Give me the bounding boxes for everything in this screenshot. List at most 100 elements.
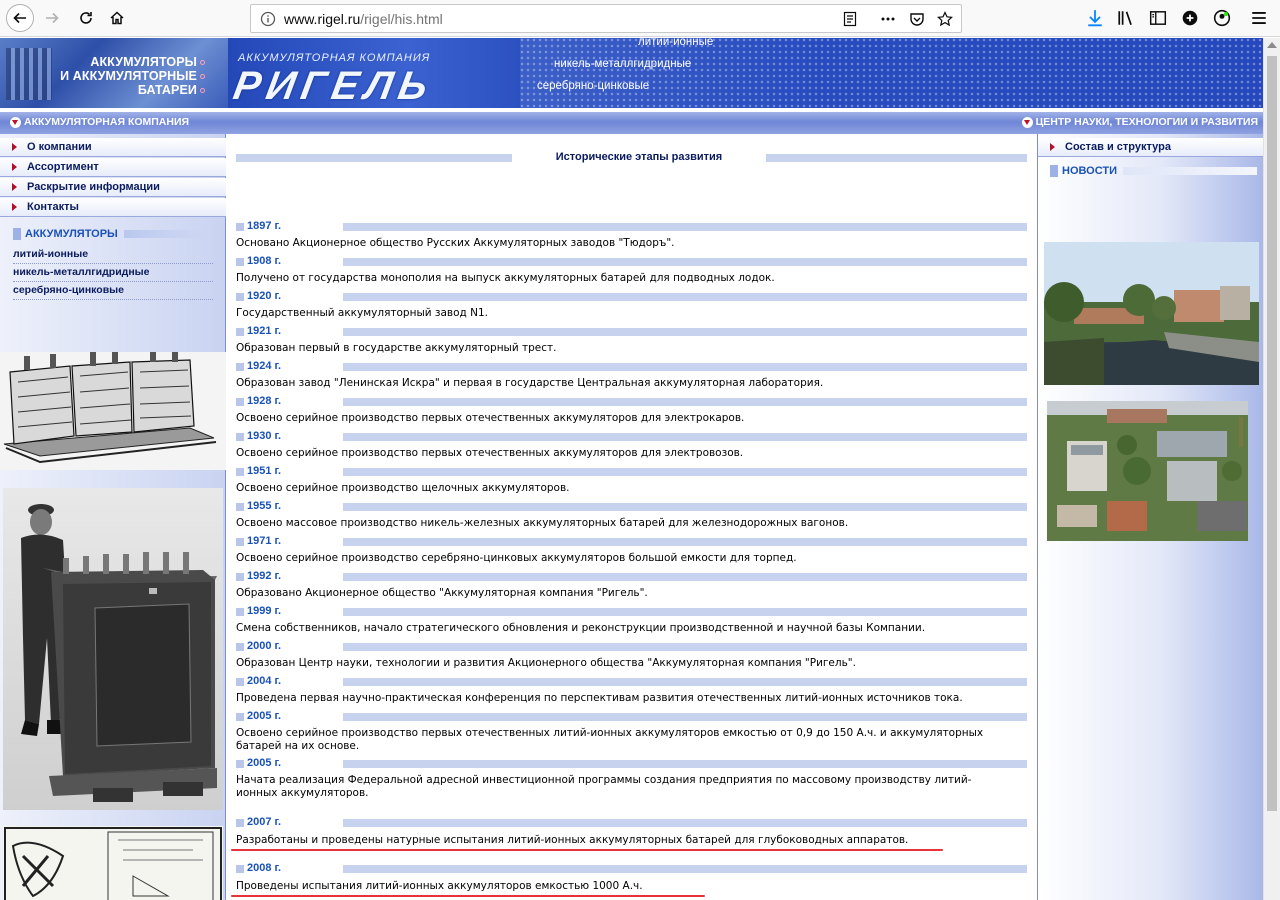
title-bar-right (766, 154, 1027, 162)
pocket-icon[interactable] (908, 10, 926, 28)
menu-icon[interactable] (1249, 8, 1269, 28)
address-bar[interactable]: www.rigel.ru/rigel/his.html (250, 4, 962, 33)
back-button[interactable] (6, 4, 34, 32)
batteries-section-title: АККУМУЛЯТОРЫ (25, 228, 118, 240)
timeline-year: 2005 г. (247, 710, 282, 722)
year-divider-bar (343, 643, 1027, 651)
sidebar-icon[interactable] (1148, 8, 1168, 28)
home-icon (110, 11, 124, 25)
heading-fade-bar (123, 230, 204, 239)
sidebar-item-disclosure[interactable]: Раскрытие информации (0, 178, 226, 197)
battery-engraving-image (0, 352, 226, 470)
scrollbar-thumb[interactable] (1267, 56, 1277, 811)
timeline-year-row: 2007 г. (236, 816, 1027, 828)
timeline-year-row: 1921 г. (236, 325, 1027, 337)
news-section-title: НОВОСТИ (1062, 165, 1118, 177)
timeline-year: 1971 г. (247, 535, 282, 547)
historic-document-image (3, 826, 223, 900)
triangle-right-icon (12, 163, 17, 171)
bookmark-star-icon[interactable] (936, 10, 954, 28)
downloads-icon[interactable] (1085, 8, 1105, 28)
bullet-dot-icon (200, 88, 205, 94)
url-text[interactable]: www.rigel.ru/rigel/his.html (284, 11, 443, 27)
historic-worker-photo (3, 488, 223, 810)
library-icon[interactable] (1116, 8, 1136, 28)
timeline-year: 1897 г. (247, 220, 282, 232)
page-scrollbar[interactable] (1263, 38, 1280, 900)
sidebar-item-structure[interactable]: Состав и структура (1038, 138, 1263, 157)
triangle-right-icon (12, 183, 17, 191)
subbar-right-label: ЦЕНТР НАУКИ, ТЕХНОЛОГИИ И РАЗВИТИЯ (1035, 116, 1258, 128)
year-divider-bar (343, 538, 1027, 546)
timeline-event-text: Освоено серийное производство первых оте… (236, 447, 744, 459)
extension-icon[interactable] (1180, 8, 1200, 28)
year-marker (236, 608, 244, 616)
year-marker (236, 573, 244, 581)
forward-button[interactable] (38, 4, 66, 32)
reload-button[interactable] (72, 4, 100, 32)
year-divider-bar (343, 328, 1027, 336)
banner-tech-nimh[interactable]: никель-металлгидридные (554, 58, 691, 70)
banner-tech-agzn[interactable]: серебряно-цинковые (537, 80, 649, 92)
left-sidebar: О компании Ассортимент Раскрытие информа… (0, 134, 226, 900)
timeline-year-row: 1930 г. (236, 430, 1027, 442)
reader-view-icon[interactable] (841, 10, 859, 28)
banner-left-line-2: И АККУМУЛЯТОРНЫЕ (60, 69, 205, 83)
year-marker (236, 433, 244, 441)
info-icon[interactable] (259, 10, 277, 28)
arrow-right-icon (46, 12, 59, 24)
annotation-underline-2007 (231, 849, 943, 851)
timeline-event-text: Образован завод "Ленинская Искра" и перв… (236, 377, 824, 389)
timeline-year-row: 1951 г. (236, 465, 1027, 477)
timeline-year: 1992 г. (247, 570, 282, 582)
timeline-year-row: 1908 г. (236, 255, 1027, 267)
scroll-up-arrow-icon[interactable] (1267, 42, 1277, 48)
subbar-right-link[interactable]: ЦЕНТР НАУКИ, ТЕХНОЛОГИИ И РАЗВИТИЯ (1021, 116, 1258, 128)
circle-arrow-down-icon (1021, 116, 1033, 128)
link-nimh[interactable]: никель-металлгидридные (13, 266, 213, 282)
timeline-year-row: 1999 г. (236, 605, 1027, 617)
right-sidebar: Состав и структура НОВОСТИ (1037, 134, 1263, 900)
timeline-year-row: 1924 г. (236, 360, 1027, 372)
timeline-year-row: 1971 г. (236, 535, 1027, 547)
timeline-event-text: Образован Центр науки, технологии и разв… (236, 657, 856, 669)
timeline-event-text: Освоено массовое производство никель-жел… (236, 517, 849, 529)
banner-company-caption: АККУМУЛЯТОРНАЯ КОМПАНИЯ (238, 52, 431, 64)
timeline-year-row: 2004 г. (236, 675, 1027, 687)
news-section-heading[interactable]: НОВОСТИ (1050, 165, 1258, 177)
sidebar-item-contacts[interactable]: Контакты (0, 198, 226, 217)
subbar-left-link[interactable]: АККУМУЛЯТОРНАЯ КОМПАНИЯ (10, 116, 189, 128)
banner-dots-pattern (520, 38, 1263, 108)
year-divider-bar (343, 713, 1027, 721)
link-li-ion[interactable]: литий-ионные (13, 248, 213, 264)
timeline-year-row: 1955 г. (236, 500, 1027, 512)
home-button[interactable] (103, 4, 131, 32)
banner-tech-li-ion[interactable]: литий-ионные (638, 38, 713, 48)
timeline-year-row: 1992 г. (236, 570, 1027, 582)
timeline-year: 1921 г. (247, 325, 282, 337)
sidebar-item-label: О компании (27, 141, 92, 153)
browser-toolbar: www.rigel.ru/rigel/his.html (0, 0, 1280, 37)
sidebar-item-about[interactable]: О компании (0, 138, 226, 157)
year-divider-bar (343, 865, 1027, 873)
year-divider-bar (343, 503, 1027, 511)
year-divider-bar (343, 433, 1027, 441)
year-divider-bar (343, 468, 1027, 476)
sidebar-item-assortment[interactable]: Ассортимент (0, 158, 226, 177)
account-icon[interactable] (1212, 8, 1232, 28)
link-silver-zinc[interactable]: серебряно-цинковые (13, 284, 213, 300)
timeline-event-text: Освоено серийное производство серебряно-… (236, 552, 797, 564)
timeline-event-text: Образовано Акционерное общество "Аккумул… (236, 587, 648, 599)
year-divider-bar (343, 293, 1027, 301)
timeline-year-row: 2000 г. (236, 640, 1027, 652)
batteries-section-heading: АККУМУЛЯТОРЫ (13, 228, 204, 240)
timeline-year-row: 1920 г. (236, 290, 1027, 302)
bullet-dot-icon (200, 60, 205, 66)
triangle-right-icon (12, 203, 17, 211)
timeline-event-text: Образован первый в государстве аккумулят… (236, 342, 557, 354)
more-actions-icon[interactable] (879, 10, 897, 28)
sidebar-item-label: Раскрытие информации (27, 181, 160, 193)
rigel-logo[interactable]: РИГЕЛЬ (230, 64, 437, 108)
timeline-year: 2000 г. (247, 640, 282, 652)
year-marker (236, 865, 244, 873)
